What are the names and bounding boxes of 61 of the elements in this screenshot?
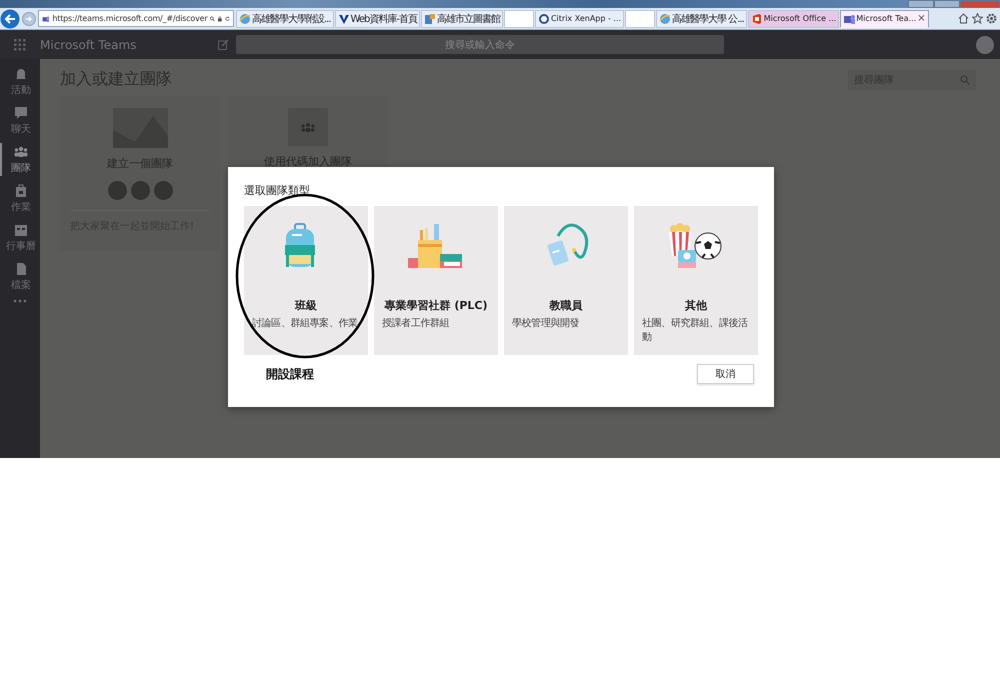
minimize-button[interactable] <box>908 0 934 8</box>
handwritten-annotation: 開設課程 <box>266 366 314 382</box>
option-name: 其他 <box>685 298 707 313</box>
option-description: 學校管理與開發 <box>511 316 580 330</box>
backpack-icon <box>285 223 315 267</box>
search-icon <box>960 74 970 84</box>
home-icon[interactable] <box>958 13 969 24</box>
team-type-option[interactable]: 專業學習社群 (PLC) 授課者工作群組 <box>374 206 498 355</box>
teams-logo-icon <box>843 12 856 24</box>
popcorn-camera-ball-icon <box>669 223 722 268</box>
redacted-tab[interactable] <box>504 10 534 28</box>
browser-tab[interactable]: Citrix XenApp - ... <box>534 10 624 28</box>
books-and-pencils-icon <box>408 224 462 268</box>
settings-icon[interactable] <box>986 13 997 24</box>
address-bar[interactable]: https://teams.microsoft.com/_#/discover <box>38 10 234 27</box>
v-logo-icon <box>338 12 350 24</box>
globe-icon <box>239 12 251 24</box>
browser-tab[interactable]: Web資料庫-首頁 <box>334 10 420 28</box>
team-type-option[interactable]: 教職員 學校管理與開發 <box>504 206 628 355</box>
browser-tab[interactable]: 高雄市立圖書館 <box>420 10 503 28</box>
option-name: 專業學習社群 (PLC) <box>384 298 488 313</box>
people-icon <box>288 108 328 146</box>
search-icon[interactable] <box>210 14 216 22</box>
redacted-tab[interactable] <box>625 10 656 28</box>
avatar[interactable] <box>976 36 994 54</box>
circle-logo-icon <box>538 12 550 24</box>
avatar-circle <box>130 181 150 200</box>
browser-tab[interactable]: Microsoft Office ... <box>748 10 840 28</box>
bag-icon <box>13 183 29 199</box>
browser-tab[interactable]: Microsoft Tea...× <box>840 10 929 28</box>
option-description: 討論區、群組專案、作業 <box>251 316 358 330</box>
badge-lanyard-icon <box>547 224 588 266</box>
option-name: 教職員 <box>550 298 582 313</box>
back-icon[interactable] <box>0 8 20 28</box>
app-title: Microsoft Teams <box>40 38 138 52</box>
compose-icon[interactable] <box>218 39 229 50</box>
page-icon <box>424 12 436 24</box>
forward-icon[interactable] <box>22 12 36 26</box>
browser-tab[interactable]: 高雄醫學大學 公... <box>656 10 747 28</box>
cancel-button[interactable]: 取消 <box>697 364 754 384</box>
avatar-circle <box>154 181 172 200</box>
star-icon[interactable] <box>972 13 983 24</box>
avatar-circle <box>108 181 126 200</box>
maximize-button[interactable] <box>934 0 960 8</box>
team-type-option[interactable]: 班級 討論區、群組專案、作業 <box>244 206 368 355</box>
team-type-option[interactable]: 其他 社團、研究群組、課後活動 <box>634 206 758 355</box>
people-icon <box>13 144 29 160</box>
office-logo-icon <box>750 12 763 24</box>
close-tab-button[interactable]: × <box>917 13 926 24</box>
globe-icon <box>659 12 672 24</box>
calendar-icon <box>13 222 29 238</box>
refresh-icon[interactable] <box>225 14 230 22</box>
option-description: 社團、研究群組、課後活動 <box>641 316 749 344</box>
option-description: 授課者工作群組 <box>381 316 450 330</box>
lock-icon <box>218 14 222 22</box>
more-icon[interactable] <box>13 299 27 303</box>
option-name: 班級 <box>295 298 317 313</box>
browser-tab[interactable]: 高雄醫學大學附設... <box>236 10 334 28</box>
chat-icon <box>13 105 29 121</box>
app-launcher-icon[interactable] <box>14 38 26 50</box>
image-placeholder-icon <box>112 108 168 148</box>
